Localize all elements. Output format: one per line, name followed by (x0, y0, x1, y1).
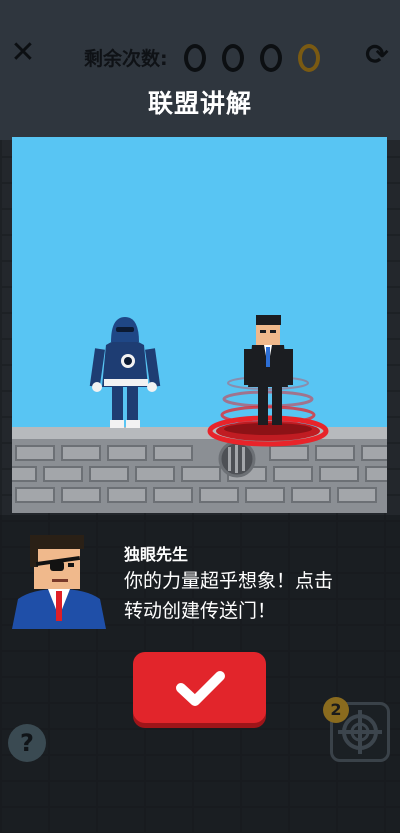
dialog-message-line: 转动创建传送门！ (124, 600, 277, 622)
dialog-message-line: 你的力量超乎想象！点击 (124, 570, 334, 592)
crosshair-count-badge: 2 (323, 697, 349, 723)
drain-grate (218, 440, 256, 478)
refresh-icon: ⟳ (365, 38, 389, 71)
attempt-ring-icon (222, 44, 244, 72)
one-eyed-boss-portrait (12, 535, 106, 629)
close-button[interactable]: ✕ (8, 38, 38, 68)
attempt-ring-icon (260, 44, 282, 72)
attempt-ring-icon (298, 44, 320, 72)
attempts-label: 剩余次数: (84, 48, 168, 70)
attempt-ring-icon (184, 44, 206, 72)
close-icon: ✕ (10, 35, 36, 70)
wall-top (12, 427, 387, 439)
help-button[interactable]: ? (8, 724, 46, 762)
scene-illustration (12, 315, 387, 513)
page-title: 联盟讲解 (147, 89, 252, 118)
confirm-button[interactable] (133, 652, 266, 723)
top-bar: ✕ 剩余次数: ⟳ 联盟讲解 (0, 0, 400, 119)
speaker-name: 独眼先生 (124, 545, 189, 564)
avatar (12, 533, 106, 629)
tutorial-scene (12, 137, 387, 513)
dialog-message: 你的力量超乎想象！点击 转动创建传送门！ (124, 566, 384, 626)
checkmark-icon (176, 671, 225, 706)
hero-character (89, 317, 161, 428)
refresh-button[interactable]: ⟳ (362, 40, 392, 70)
